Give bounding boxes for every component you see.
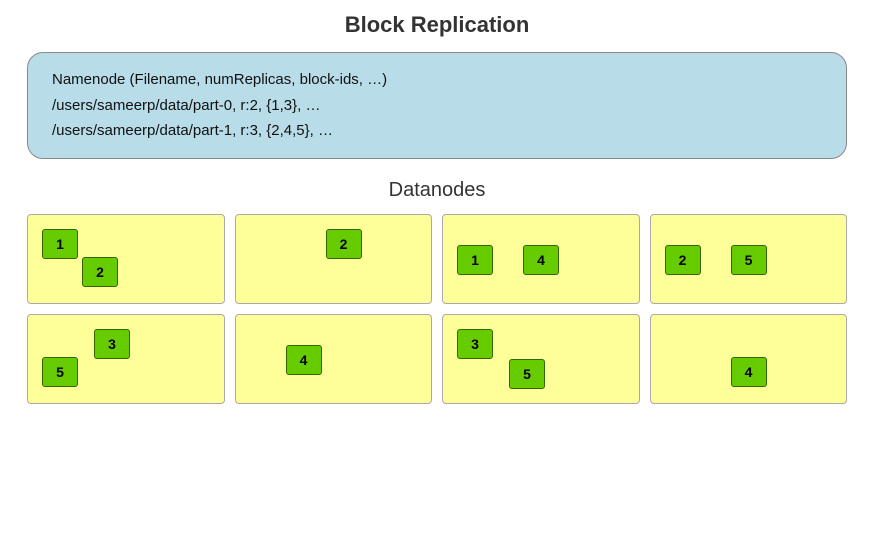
datanode-cell-5: 53 [27, 314, 225, 404]
block-chip-dn5-3: 3 [94, 329, 130, 359]
datanodes-label: Datanodes [389, 179, 486, 202]
datanode-cell-8: 4 [650, 314, 848, 404]
block-chip-dn5-5: 5 [42, 357, 78, 387]
namenode-box: Namenode (Filename, numReplicas, block-i… [27, 52, 847, 159]
page: Block Replication Namenode (Filename, nu… [0, 0, 874, 536]
block-chip-dn2-2: 2 [326, 229, 362, 259]
block-chip-dn3-1: 1 [457, 245, 493, 275]
block-chip-dn3-4: 4 [523, 245, 559, 275]
datanode-cell-3: 14 [442, 214, 640, 304]
namenode-line-1: Namenode (Filename, numReplicas, block-i… [52, 67, 822, 93]
block-chip-dn4-5: 5 [731, 245, 767, 275]
datanode-cell-1: 12 [27, 214, 225, 304]
datanode-cell-7: 35 [442, 314, 640, 404]
block-chip-dn1-1: 1 [42, 229, 78, 259]
block-chip-dn7-5: 5 [509, 359, 545, 389]
block-chip-dn6-4: 4 [286, 345, 322, 375]
page-title: Block Replication [345, 12, 530, 38]
datanode-cell-2: 2 [235, 214, 433, 304]
datanode-grid: 1221425534354 [27, 214, 847, 404]
namenode-line-3: /users/sameerp/data/part-1, r:3, {2,4,5}… [52, 118, 822, 144]
namenode-line-2: /users/sameerp/data/part-0, r:2, {1,3}, … [52, 93, 822, 119]
block-chip-dn8-4: 4 [731, 357, 767, 387]
datanode-cell-4: 25 [650, 214, 848, 304]
block-chip-dn7-3: 3 [457, 329, 493, 359]
block-chip-dn1-2: 2 [82, 257, 118, 287]
block-chip-dn4-2: 2 [665, 245, 701, 275]
datanode-cell-6: 4 [235, 314, 433, 404]
